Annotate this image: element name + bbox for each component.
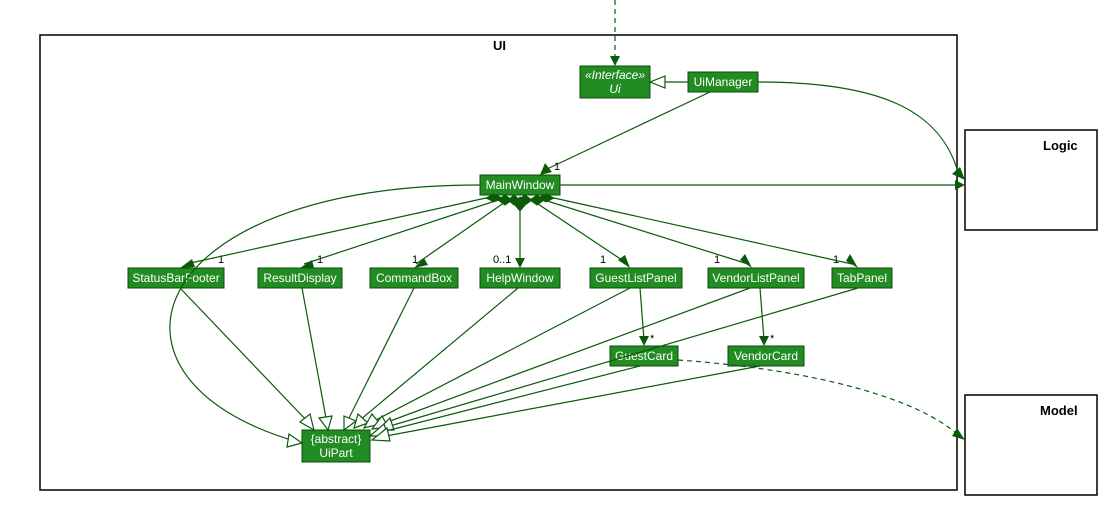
node-vendorcard-label: VendorCard bbox=[734, 349, 798, 363]
arrow-guestlistpanel-guestcard bbox=[639, 336, 649, 346]
node-uipart-stereo: {abstract} bbox=[311, 432, 362, 446]
mult-vendorcard: * bbox=[770, 333, 775, 345]
node-helpwindow-label: HelpWindow bbox=[486, 271, 554, 285]
mult-helpwindow: 0..1 bbox=[493, 254, 511, 266]
arrow-uimanager-logic bbox=[952, 167, 965, 180]
package-model-title: Model bbox=[1040, 403, 1078, 418]
node-uimanager-label: UiManager bbox=[694, 75, 753, 89]
mult-guestlistpanel: 1 bbox=[600, 254, 606, 266]
package-ui-title: UI bbox=[493, 38, 506, 53]
edge-uimanager-mainwindow bbox=[545, 92, 710, 170]
edge-vendorlistpanel-vendorcard bbox=[760, 288, 764, 340]
arrow-mainwindow-logic bbox=[955, 180, 965, 190]
uml-diagram: UI Logic Model «Interface» Ui UiManager … bbox=[0, 0, 1107, 511]
node-ui-interface-stereo: «Interface» bbox=[585, 68, 645, 82]
node-uipart-name: UiPart bbox=[319, 446, 353, 460]
node-ui-interface-name: Ui bbox=[609, 82, 621, 96]
composition-edges bbox=[180, 194, 858, 268]
node-resultdisplay-label: ResultDisplay bbox=[263, 271, 336, 285]
generalization-edges bbox=[170, 185, 858, 447]
arrow-guestcard-model bbox=[952, 428, 965, 440]
arrow-external-ui bbox=[610, 56, 620, 66]
edge-guestlistpanel-guestcard bbox=[640, 288, 644, 340]
mult-guestcard: * bbox=[650, 333, 655, 345]
node-guestlistpanel-label: GuestListPanel bbox=[595, 271, 676, 285]
mult-commandbox: 1 bbox=[412, 254, 418, 266]
edge-uimanager-logic bbox=[758, 82, 958, 172]
node-tabpanel-label: TabPanel bbox=[837, 271, 887, 285]
edge-guestcard-model bbox=[678, 360, 958, 435]
node-mainwindow-label: MainWindow bbox=[486, 178, 555, 192]
node-vendorlistpanel-label: VendorListPanel bbox=[712, 271, 799, 285]
mult-vendorlistpanel: 1 bbox=[714, 254, 720, 266]
node-commandbox-label: CommandBox bbox=[376, 271, 452, 285]
arrow-uimanager-ui bbox=[650, 76, 665, 88]
arrow-vendorlistpanel-vendorcard bbox=[759, 336, 769, 346]
package-logic-title: Logic bbox=[1043, 138, 1078, 153]
node-statusbarfooter-label: StatusBarFooter bbox=[132, 271, 219, 285]
arrow-uimanager-mainwindow bbox=[540, 163, 552, 175]
